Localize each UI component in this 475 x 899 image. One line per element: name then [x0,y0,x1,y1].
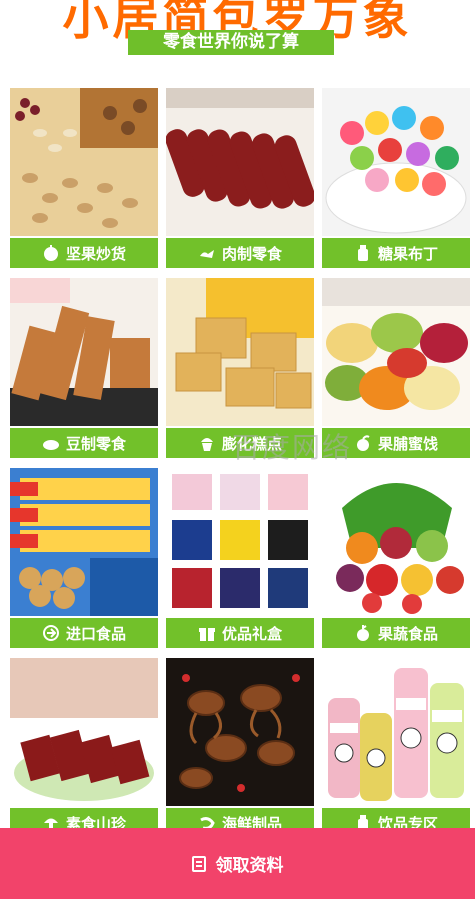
tofu-photo [10,278,158,426]
category-label-text: 坚果炒货 [65,244,126,263]
category-tile-meat[interactable]: 肉制零食 [166,88,314,270]
jerky-photo [10,658,158,806]
category-label-text: 糖果布丁 [377,244,438,263]
hero-subtitle: 零食世界你说了算 [128,30,334,55]
gift-icon [198,624,216,642]
gift-box-photo [166,468,314,616]
pastry-photo [166,278,314,426]
watermark: 百度网络 [232,431,353,464]
import-icon [42,624,60,642]
category-label: 果蔬食品 [322,618,470,648]
squid-photo [166,658,314,806]
fruit-icon [354,434,372,452]
category-tile-drinks[interactable]: 饮品专区 [322,658,470,840]
category-label: 进口食品 [10,618,158,648]
category-tile-gift[interactable]: 优品礼盒 [166,468,314,650]
nut-icon [42,244,60,262]
category-tile-seafood[interactable]: 海鲜制品 [166,658,314,840]
category-label: 豆制零食 [10,428,158,458]
category-label-text: 进口食品 [65,624,126,643]
category-label: 坚果炒货 [10,238,158,268]
get-info-button[interactable]: 领取资料 [0,828,475,899]
candy-photo [322,88,470,236]
category-label: 优品礼盒 [166,618,314,648]
document-icon [191,855,206,872]
imported-photo [10,468,158,616]
category-label: 肉制零食 [166,238,314,268]
category-label-text: 果脯蜜饯 [377,434,438,453]
category-tile-vegetable[interactable]: 果蔬食品 [322,468,470,650]
vegetable-icon [354,624,372,642]
nuts-photo [10,88,158,236]
category-tile-jerky[interactable]: 素食山珍 [10,658,158,840]
dried-fruit-photo [322,278,470,426]
category-label-text: 优品礼盒 [221,624,282,643]
category-label-text: 果蔬食品 [377,624,438,643]
candy-icon [354,244,372,262]
category-tile-tofu[interactable]: 豆制零食 [10,278,158,460]
vegetable-photo [322,468,470,616]
category-label: 糖果布丁 [322,238,470,268]
category-label-text: 豆制零食 [65,434,126,453]
duck-icon [198,244,216,262]
category-tile-candy[interactable]: 糖果布丁 [322,88,470,270]
cupcake-icon [198,434,216,452]
category-tile-nuts[interactable]: 坚果炒货 [10,88,158,270]
drinks-photo [322,658,470,806]
get-info-label: 领取资料 [215,856,284,876]
category-tile-imported[interactable]: 进口食品 [10,468,158,650]
tofu-icon [42,434,60,452]
sausage-photo [166,88,314,236]
category-label-text: 肉制零食 [221,244,282,263]
